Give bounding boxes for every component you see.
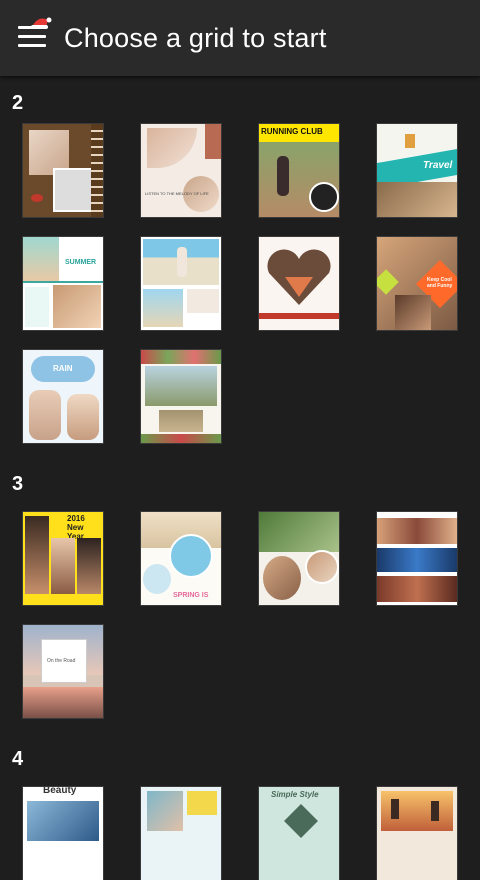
section-label-3: 3 <box>12 473 24 495</box>
template-simple-style[interactable]: Simple Style <box>259 787 339 880</box>
template-vintage-frame[interactable] <box>23 124 103 217</box>
template-caption: Travel <box>423 160 453 171</box>
template-spring[interactable]: SPRING IS <box>141 512 221 605</box>
app-bar: Choose a grid to start <box>0 0 480 76</box>
template-caption: SUMMER <box>65 259 97 266</box>
template-sunset[interactable] <box>377 787 457 880</box>
template-caption: Beauty <box>43 787 77 796</box>
template-caption: 2016 New Year <box>67 514 85 541</box>
section-label-4: 4 <box>12 748 24 770</box>
template-caption: RAIN <box>53 364 73 373</box>
template-rain[interactable]: RAIN <box>23 350 103 443</box>
template-caption: On the Road <box>47 658 76 664</box>
template-list[interactable]: 2 LISTEN TO THE MELODY OF LIFE RUNNING C… <box>0 92 480 880</box>
template-floral-road[interactable] <box>141 350 221 443</box>
hamburger-icon-line <box>18 44 46 47</box>
template-beauty[interactable]: Beauty <box>23 787 103 880</box>
template-running-club[interactable]: RUNNING CLUB <box>259 124 339 217</box>
santa-hat-icon <box>31 17 52 29</box>
section-grid-4: Beauty Simple Style <box>0 772 480 880</box>
template-heart[interactable] <box>259 237 339 330</box>
template-caption: Keep Cool and Funny <box>427 277 453 289</box>
template-beach[interactable] <box>141 237 221 330</box>
template-on-the-road[interactable]: On the Road <box>23 625 103 718</box>
template-caption: SPRING IS <box>173 592 209 599</box>
template-caption: Simple Style <box>271 790 319 799</box>
hamburger-icon-line <box>18 35 46 38</box>
template-concert[interactable] <box>377 512 457 605</box>
section-label-2: 2 <box>12 92 24 114</box>
template-caption: LISTEN TO THE MELODY OF LIFE <box>145 191 209 196</box>
template-plants[interactable] <box>259 512 339 605</box>
page-title: Choose a grid to start <box>64 22 327 53</box>
menu-button[interactable] <box>0 0 64 76</box>
template-listen-to-melody[interactable]: LISTEN TO THE MELODY OF LIFE <box>141 124 221 217</box>
heart-shape <box>267 249 331 305</box>
template-summer[interactable]: SUMMER <box>23 237 103 330</box>
template-couple[interactable] <box>141 787 221 880</box>
section-grid-3: 2016 New Year SPRING IS On the Road <box>0 497 480 718</box>
template-travel[interactable]: Travel <box>377 124 457 217</box>
template-caption: RUNNING CLUB <box>261 127 323 136</box>
section-grid-2: LISTEN TO THE MELODY OF LIFE RUNNING CLU… <box>0 116 480 443</box>
template-2016-new-year[interactable]: 2016 New Year <box>23 512 103 605</box>
template-keep-cool[interactable]: Keep Cool and Funny <box>377 237 457 330</box>
